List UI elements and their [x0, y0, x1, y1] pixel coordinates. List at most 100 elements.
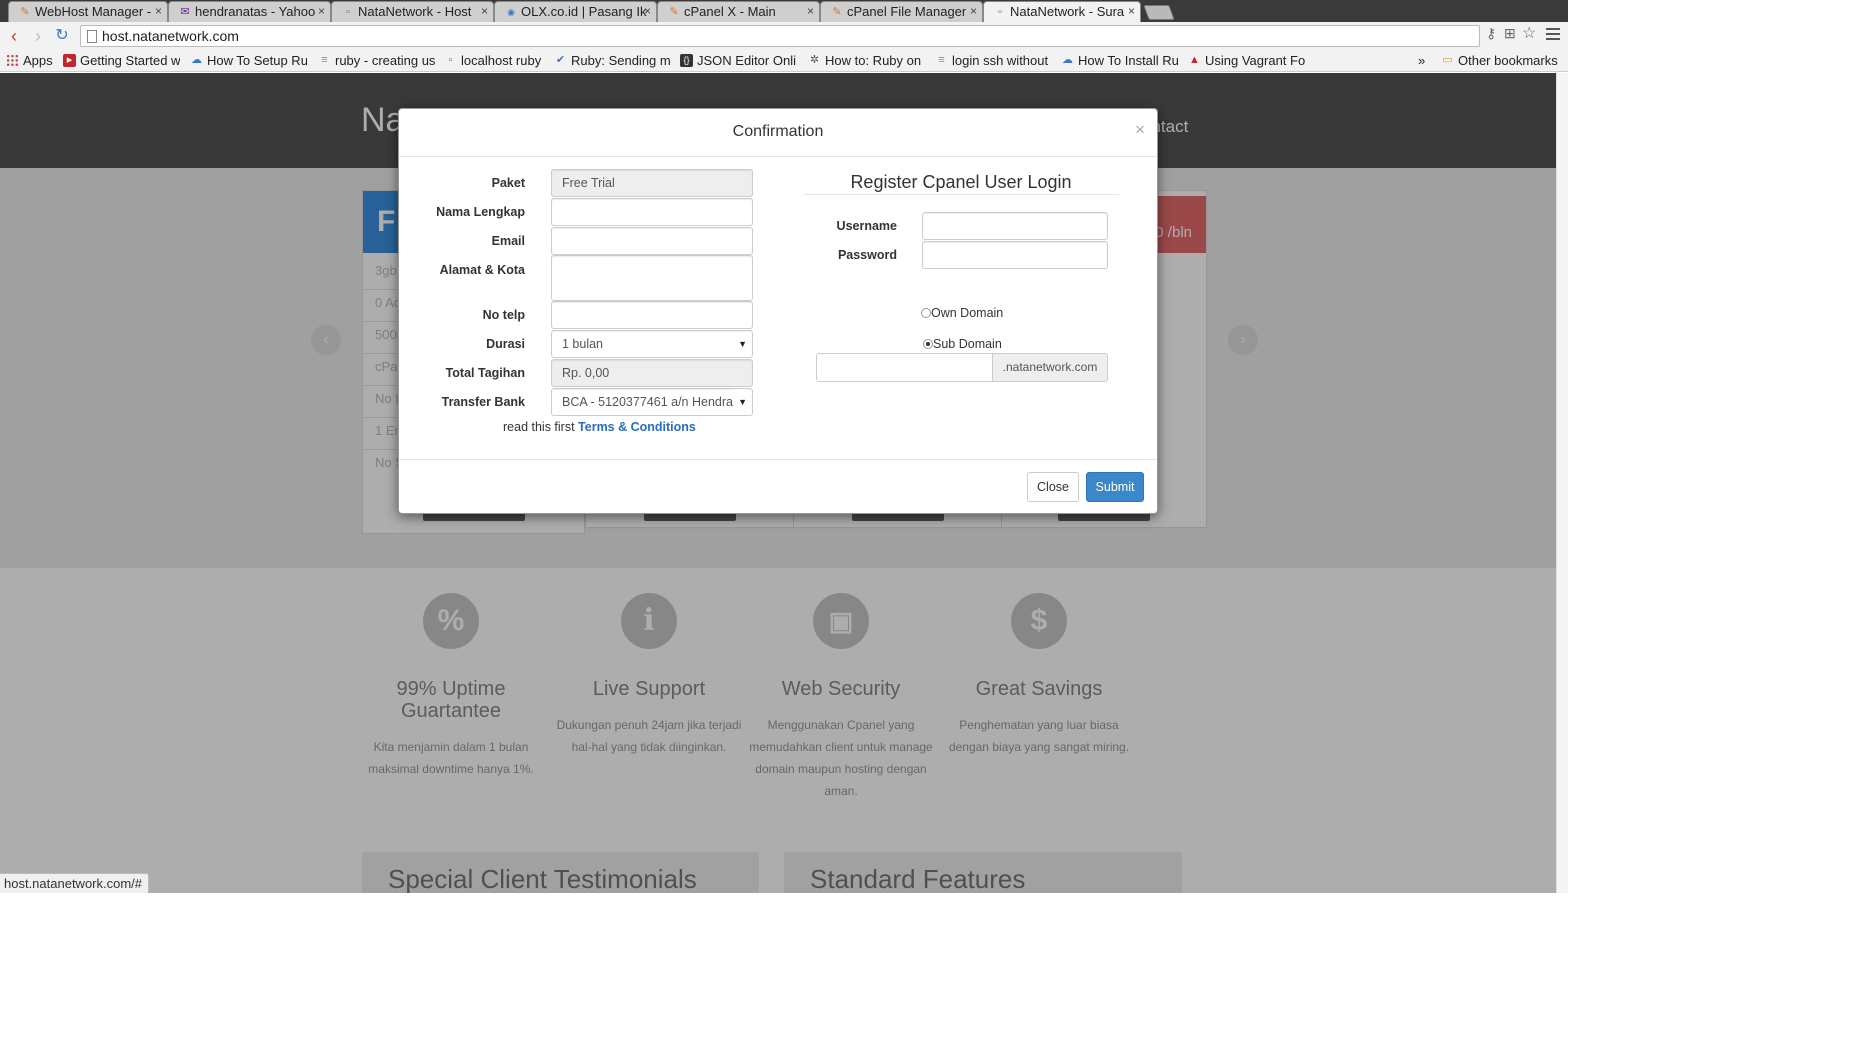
browser-tab[interactable]: ✎ cPanel File Manager × — [820, 1, 983, 22]
bookmark-item[interactable]: ▲ Using Vagrant Fo — [1188, 53, 1306, 68]
transfer-bank-select[interactable]: BCA - 5120377461 a/n Hendra ▼ — [551, 388, 753, 416]
bookmark-item[interactable]: ≡ login ssh without — [935, 53, 1053, 68]
close-tab-icon[interactable]: × — [970, 2, 977, 21]
modal-header: Confirmation × — [399, 109, 1157, 157]
mail-icon: ✉ — [180, 6, 190, 18]
bookmark-label: How to: Ruby on — [825, 53, 922, 68]
own-domain-radio[interactable] — [921, 308, 931, 318]
bookmark-item[interactable]: ✔ Ruby: Sending ma — [554, 53, 671, 68]
tab-label: NataNetwork - Sura — [1010, 4, 1125, 19]
alamat-textarea[interactable] — [551, 255, 753, 301]
bookmark-label: Apps — [23, 53, 53, 68]
nama-lengkap-label: Nama Lengkap — [436, 205, 525, 219]
apps-grid-icon — [6, 54, 19, 67]
total-tagihan-label: Total Tagihan — [445, 366, 525, 380]
register-title: Register Cpanel User Login — [850, 172, 1072, 192]
bookmark-item[interactable]: ✲ How to: Ruby on — [808, 53, 922, 68]
braces-icon: {} — [680, 54, 693, 67]
bookmark-label: How To Setup Ru — [207, 53, 307, 68]
stackoverflow-icon: ≡ — [938, 54, 945, 66]
gear-icon: ✲ — [809, 54, 820, 66]
modal-title: Confirmation — [732, 123, 824, 140]
close-tab-icon[interactable]: × — [807, 2, 814, 21]
stackoverflow-icon: ≡ — [321, 54, 328, 66]
bookmark-label: Getting Started w — [80, 53, 180, 68]
durasi-select[interactable]: 1 bulan ▼ — [551, 330, 753, 358]
cloud-icon: ☁ — [1062, 54, 1073, 66]
tab-label: OLX.co.id | Pasang Ik — [521, 4, 647, 19]
page-icon — [87, 30, 97, 43]
browser-menu-icon[interactable] — [1546, 26, 1560, 42]
browser-tab[interactable]: ◉ OLX.co.id | Pasang Ik × — [494, 1, 657, 22]
confirmation-modal: Confirmation × Paket Free Trial Nama Len… — [398, 108, 1158, 514]
browser-tab[interactable]: ✎ cPanel X - Main × — [657, 1, 820, 22]
cpanel-icon: ✎ — [669, 6, 679, 18]
page-scrollbar[interactable] — [1556, 73, 1568, 893]
subdomain-field[interactable] — [816, 353, 993, 382]
close-button[interactable]: Close — [1027, 472, 1079, 502]
page-icon: ▫ — [346, 6, 350, 18]
olx-icon: ◉ — [507, 7, 515, 17]
forward-icon[interactable]: › — [28, 26, 48, 46]
browser-tabstrip: ✎ WebHost Manager - × ✉ hendranatas - Ya… — [0, 0, 1568, 22]
bookmark-item[interactable]: ☁ How To Install Ru — [1061, 53, 1179, 68]
browser-tab-active[interactable]: ▫ NataNetwork - Sura × — [983, 1, 1141, 22]
browser-tab[interactable]: ✎ WebHost Manager - × — [8, 1, 168, 22]
bookmark-label: How To Install Ru — [1078, 53, 1179, 68]
no-telp-label: No telp — [482, 308, 525, 322]
modal-footer-divider — [399, 459, 1157, 460]
tab-label: hendranatas - Yahoo — [195, 4, 316, 19]
close-tab-icon[interactable]: × — [1128, 2, 1135, 21]
email-label: Email — [491, 234, 525, 248]
terms-link[interactable]: Terms & Conditions — [578, 420, 696, 434]
bookmark-item[interactable]: ☁ How To Setup Ru — [190, 53, 307, 68]
username-field[interactable] — [922, 212, 1108, 240]
check-icon: ✔ — [555, 54, 566, 66]
back-icon[interactable]: ‹ — [4, 26, 24, 46]
page-icon: ▫ — [998, 6, 1002, 18]
close-tab-icon[interactable]: × — [318, 2, 325, 21]
password-field[interactable] — [922, 241, 1108, 269]
bookmark-item[interactable]: {} JSON Editor Onli — [680, 53, 798, 68]
total-tagihan-field: Rp. 0,00 — [551, 359, 753, 387]
bookmark-apps[interactable]: Apps — [6, 53, 53, 68]
address-bar[interactable]: host.natanetwork.com — [80, 25, 1480, 47]
page-icon: ▫ — [448, 54, 453, 66]
cloud-icon: ☁ — [191, 54, 202, 66]
close-tab-icon[interactable]: × — [155, 2, 162, 21]
bookmarks-overflow-button[interactable]: » — [1418, 53, 1425, 68]
caret-down-icon: ▼ — [738, 339, 747, 349]
close-tab-icon[interactable]: × — [644, 2, 651, 21]
bookmark-item[interactable]: ▫ localhost ruby — [444, 53, 546, 68]
browser-tab[interactable]: ▫ NataNetwork - Host × — [331, 1, 494, 22]
translate-icon[interactable]: ⊞ — [1504, 25, 1516, 42]
bookmark-label: Ruby: Sending ma — [571, 53, 671, 68]
sub-domain-radio[interactable] — [923, 339, 933, 349]
email-field[interactable] — [551, 227, 753, 255]
nama-lengkap-field[interactable] — [551, 198, 753, 226]
other-bookmarks[interactable]: ▭ Other bookmarks — [1441, 53, 1557, 68]
submit-button[interactable]: Submit — [1086, 472, 1144, 502]
bookmark-icon: ▸ — [63, 54, 76, 67]
reload-icon[interactable]: ↻ — [52, 26, 72, 46]
close-tab-icon[interactable]: × — [481, 2, 488, 21]
key-icon[interactable]: ⚷ — [1486, 25, 1496, 42]
star-icon[interactable]: ☆ — [1522, 23, 1536, 43]
sub-domain-label: Sub Domain — [933, 337, 1002, 351]
divider — [803, 194, 1119, 195]
sub-domain-option[interactable]: Sub Domain — [923, 337, 1002, 351]
bookmark-label: localhost ruby — [461, 53, 542, 68]
cpanel-icon: ✎ — [832, 6, 842, 18]
transfer-bank-value: BCA - 5120377461 a/n Hendra — [562, 395, 733, 409]
browser-tab[interactable]: ✉ hendranatas - Yahoo × — [168, 1, 331, 22]
caret-down-icon: ▼ — [734, 389, 747, 415]
no-telp-field[interactable] — [551, 301, 753, 329]
subdomain-suffix: .natanetwork.com — [992, 353, 1108, 382]
bookmark-item[interactable]: ≡ ruby - creating us — [318, 53, 435, 68]
durasi-value: 1 bulan — [562, 337, 604, 351]
own-domain-option[interactable]: Own Domain — [921, 306, 1003, 320]
close-icon[interactable]: × — [1135, 120, 1145, 140]
new-tab-button[interactable] — [1143, 5, 1175, 20]
bookmark-label: ruby - creating us — [335, 53, 435, 68]
bookmark-item[interactable]: ▸ Getting Started w — [63, 53, 180, 68]
